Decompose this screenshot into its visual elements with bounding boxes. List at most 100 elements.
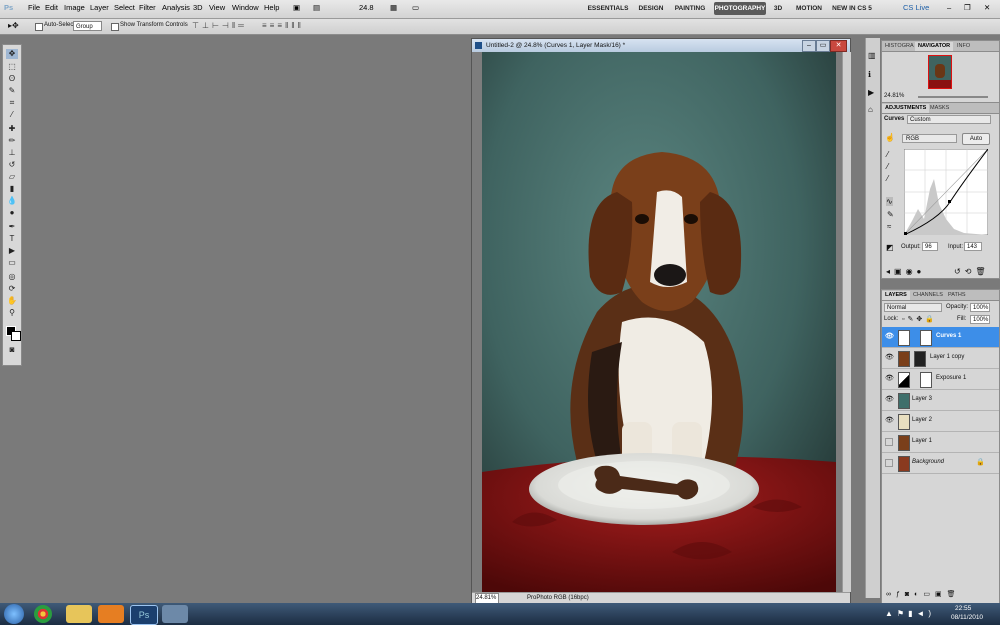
layer-visibility-icon[interactable]: 👁 bbox=[885, 375, 894, 383]
layer-visibility-icon[interactable]: 👁 bbox=[885, 396, 894, 404]
align-buttons[interactable]: ⊤⊥⊢⊣‖═ bbox=[192, 21, 247, 30]
canvas-area[interactable] bbox=[472, 52, 842, 592]
navigator-zoom-slider[interactable] bbox=[918, 96, 988, 98]
layer-visibility-toggle[interactable] bbox=[885, 438, 893, 446]
bridge-icon[interactable]: ▣ bbox=[293, 3, 300, 12]
menu-window[interactable]: Window bbox=[232, 3, 259, 12]
media-player-taskbar-icon[interactable] bbox=[98, 605, 124, 623]
shape-tool-icon[interactable]: ▭ bbox=[6, 258, 18, 268]
zoom-tool-icon[interactable]: ⚲ bbox=[6, 308, 18, 318]
layer-visibility-icon[interactable]: 👁 bbox=[885, 354, 894, 362]
gradient-tool-icon[interactable]: ▮ bbox=[6, 184, 18, 194]
actions-panel-icon[interactable]: ▶ bbox=[868, 88, 874, 97]
menu-view[interactable]: View bbox=[209, 3, 225, 12]
tab-navigator[interactable]: NAVIGATOR bbox=[915, 42, 954, 51]
adjustment-footer-icons[interactable]: ◂▣◉● bbox=[886, 267, 925, 276]
history-panel-icon[interactable]: ⌂ bbox=[868, 105, 873, 114]
menu-filter[interactable]: Filter bbox=[139, 3, 156, 12]
marquee-tool-icon[interactable]: ⬚ bbox=[6, 62, 18, 72]
vertical-scrollbar[interactable] bbox=[842, 52, 851, 592]
layer-row-layer3[interactable]: 👁 Layer 3 bbox=[882, 390, 999, 411]
menu-file[interactable]: File bbox=[28, 3, 40, 12]
move-tool-icon[interactable]: ✥ bbox=[6, 49, 18, 59]
workspace-new-in-cs5[interactable]: NEW IN CS 5 bbox=[832, 2, 872, 15]
3d-rotate-icon[interactable]: ◎ bbox=[6, 272, 18, 282]
chrome-taskbar-icon[interactable] bbox=[34, 605, 52, 623]
layer-mask-thumb[interactable] bbox=[920, 372, 932, 388]
layer-mask-thumb[interactable] bbox=[914, 351, 926, 367]
dodge-tool-icon[interactable]: ● bbox=[6, 208, 18, 218]
navigator-thumbnail[interactable] bbox=[928, 55, 952, 89]
clipping-display-icon[interactable]: ◩ bbox=[886, 243, 894, 252]
system-tray-icons[interactable]: ▲⚑▮◄) bbox=[885, 609, 935, 618]
menu-help[interactable]: Help bbox=[264, 3, 279, 12]
adjustment-reset-icons[interactable]: ↺⟲🗑 bbox=[954, 267, 990, 276]
history-brush-icon[interactable]: ↺ bbox=[6, 160, 18, 170]
workspace-essentials[interactable]: ESSENTIALS bbox=[585, 2, 631, 15]
eraser-tool-icon[interactable]: ▱ bbox=[6, 172, 18, 182]
navigator-zoom[interactable]: 24.81% bbox=[884, 93, 904, 99]
hand-tool-icon[interactable]: ✋ bbox=[6, 296, 18, 306]
restore-icon[interactable]: ❐ bbox=[964, 3, 971, 12]
tab-channels[interactable]: CHANNELS bbox=[910, 291, 946, 300]
tab-adjustments[interactable]: ADJUSTMENTS bbox=[882, 104, 930, 113]
layer-row-layer1[interactable]: Layer 1 bbox=[882, 432, 999, 453]
start-button-icon[interactable] bbox=[4, 604, 24, 624]
pen-tool-icon[interactable]: ✒ bbox=[6, 222, 18, 232]
curve-point-mode-icon[interactable]: ∿ bbox=[886, 197, 893, 206]
workspace-motion[interactable]: MOTION bbox=[793, 2, 825, 15]
tab-histogram[interactable]: HISTOGRA bbox=[882, 42, 917, 51]
workspace-photography[interactable]: PHOTOGRAPHY bbox=[714, 2, 766, 15]
channel-dropdown[interactable]: RGB bbox=[902, 134, 957, 143]
tab-paths[interactable]: PATHS bbox=[945, 291, 969, 300]
layer-row-background[interactable]: Background 🔒 bbox=[882, 453, 999, 474]
auto-select-checkbox[interactable] bbox=[35, 23, 43, 31]
minimize-icon[interactable]: – bbox=[947, 3, 951, 12]
black-point-eyedropper-icon[interactable]: ⁄ bbox=[887, 150, 888, 159]
clone-stamp-icon[interactable]: ⊥ bbox=[6, 148, 18, 158]
doc-maximize-icon[interactable]: ▭ bbox=[816, 40, 830, 52]
menu-image[interactable]: Image bbox=[64, 3, 85, 12]
move-tool-icon[interactable]: ▸✥ bbox=[8, 21, 19, 30]
document-titlebar[interactable]: Untitled-2 @ 24.8% (Curves 1, Layer Mask… bbox=[472, 39, 850, 52]
blur-tool-icon[interactable]: 💧 bbox=[6, 196, 18, 206]
clock-time[interactable]: 22:55 bbox=[955, 605, 971, 612]
curve-pencil-icon[interactable]: ✎ bbox=[887, 210, 894, 219]
auto-button[interactable]: Auto bbox=[962, 133, 990, 145]
blend-mode-dropdown[interactable]: Normal bbox=[884, 303, 942, 312]
auto-select-dropdown[interactable]: Group bbox=[73, 21, 102, 31]
type-tool-icon[interactable]: T bbox=[6, 234, 18, 244]
clock-date[interactable]: 08/11/2010 bbox=[951, 614, 983, 621]
arrange-documents-icon[interactable]: ▦ bbox=[390, 3, 397, 12]
explorer-taskbar-icon[interactable] bbox=[66, 605, 92, 623]
mini-bridge-icon[interactable]: ▤ bbox=[313, 3, 320, 12]
layer-visibility-icon[interactable]: 👁 bbox=[885, 333, 894, 341]
fill-field[interactable]: 100% bbox=[970, 315, 990, 324]
close-icon[interactable]: ✕ bbox=[984, 3, 990, 12]
layer-row-exposure[interactable]: 👁 Exposure 1 bbox=[882, 369, 999, 390]
screen-mode-icon[interactable]: ▭ bbox=[412, 3, 419, 12]
layer-mask-thumb[interactable] bbox=[920, 330, 932, 346]
layer-row-layer2[interactable]: 👁 Layer 2 bbox=[882, 411, 999, 432]
workspace-3d[interactable]: 3D bbox=[771, 2, 785, 15]
quick-mask-icon[interactable]: ◙ bbox=[6, 345, 18, 355]
layer-visibility-icon[interactable]: 👁 bbox=[885, 417, 894, 425]
cs-live-menu[interactable]: CS Live bbox=[903, 3, 929, 12]
curves-preset-dropdown[interactable]: Custom bbox=[907, 115, 991, 124]
zoom-level-select[interactable]: 24.8 bbox=[359, 3, 374, 12]
input-field[interactable]: 143 bbox=[964, 242, 982, 251]
quick-select-tool-icon[interactable]: ✎ bbox=[6, 86, 18, 96]
menu-layer[interactable]: Layer bbox=[90, 3, 109, 12]
eyedropper-tool-icon[interactable]: ⁄ bbox=[6, 110, 18, 120]
layer-visibility-toggle[interactable] bbox=[885, 459, 893, 467]
workspace-painting[interactable]: PAINTING bbox=[670, 2, 710, 15]
3d-orbit-icon[interactable]: ⟳ bbox=[6, 284, 18, 294]
on-image-adjust-icon[interactable]: ☝ bbox=[885, 133, 895, 142]
healing-brush-icon[interactable]: ✚ bbox=[6, 124, 18, 134]
transform-controls-checkbox[interactable] bbox=[111, 23, 119, 31]
menu-select[interactable]: Select bbox=[114, 3, 135, 12]
brush-tool-icon[interactable]: ✏ bbox=[6, 136, 18, 146]
distribute-buttons[interactable]: ≡≡≡‖‖‖ bbox=[262, 21, 304, 30]
doc-close-icon[interactable]: ✕ bbox=[830, 40, 847, 52]
background-color-swatch[interactable] bbox=[11, 331, 21, 341]
